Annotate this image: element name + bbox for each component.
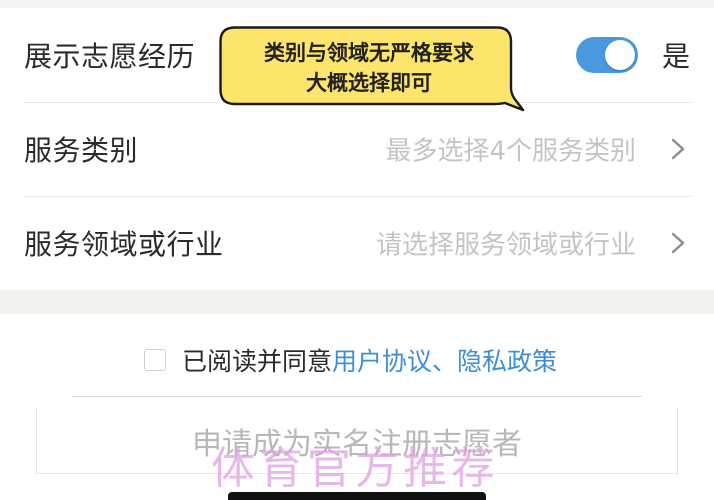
apply-volunteer-button[interactable]: 申请成为实名注册志愿者 (36, 408, 678, 474)
agreement-prefix: 已阅读并同意 (182, 347, 333, 376)
agreement-link[interactable]: 用户协议、隐私政策 (332, 347, 557, 376)
top-strip (0, 0, 714, 8)
chevron-right-icon (671, 138, 685, 160)
section-gap (0, 290, 714, 314)
service-category-placeholder: 最多选择4个服务类别 (385, 136, 636, 167)
chevron-right-icon (671, 232, 685, 254)
service-category-row[interactable]: 服务类别 最多选择4个服务类别 (24, 102, 692, 197)
service-field-placeholder: 请选择服务领域或行业 (375, 230, 636, 261)
agreement-checkbox[interactable] (144, 349, 166, 371)
agreement-row: 已阅读并同意用户协议、隐私政策 (0, 330, 714, 386)
toggle-state-text: 是 (661, 40, 690, 73)
toggle-knob (605, 40, 635, 70)
show-experience-toggle[interactable] (576, 37, 638, 73)
service-category-label: 服务类别 (24, 134, 139, 167)
divider (72, 396, 642, 397)
home-indicator (228, 492, 486, 500)
service-field-row[interactable]: 服务领域或行业 请选择服务领域或行业 (24, 196, 692, 290)
service-field-label: 服务领域或行业 (24, 228, 224, 261)
agreement-text: 已阅读并同意用户协议、隐私政策 (182, 342, 557, 378)
show-experience-label: 展示志愿经历 (24, 40, 196, 73)
show-experience-row: 展示志愿经历 是 (24, 8, 692, 103)
